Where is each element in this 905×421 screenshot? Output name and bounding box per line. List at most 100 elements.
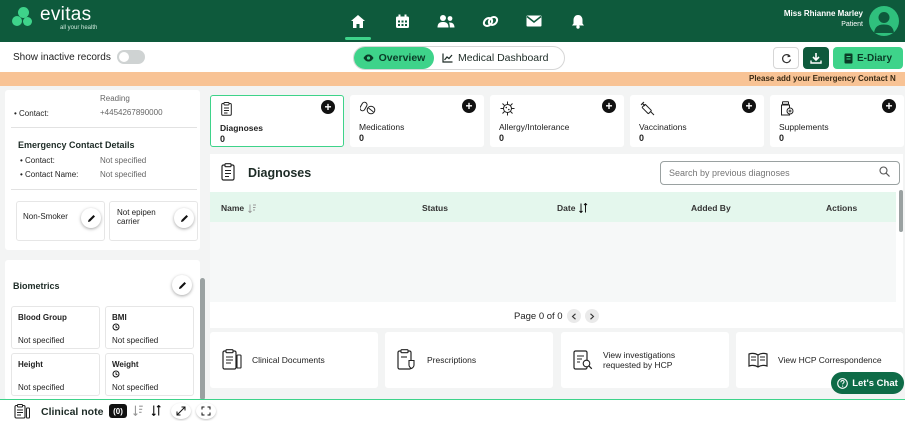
- biometrics-card: Biometrics Blood Group Not specified BMI…: [5, 260, 200, 400]
- emergency-contact-value: Not specified: [100, 156, 147, 165]
- biometric-label: Weight: [112, 360, 139, 369]
- category-supplements[interactable]: + Supplements 0: [770, 95, 904, 147]
- biometric-weight[interactable]: Weight Not specified: [105, 353, 194, 396]
- user-info[interactable]: Miss Rhianne Marley Patient: [784, 9, 863, 28]
- documents-icon: [222, 349, 242, 370]
- tab-overview-label: Overview: [378, 52, 426, 64]
- emergency-name-label: Contact Name:: [25, 170, 79, 179]
- contact-card: Reading • Contact: +4454267890000 Emerge…: [5, 90, 200, 250]
- side-panel-scrollbar[interactable]: [200, 278, 205, 400]
- inactive-records-toggle[interactable]: [117, 50, 145, 64]
- fullscreen-button[interactable]: [196, 403, 216, 419]
- sort-icon[interactable]: [579, 203, 588, 213]
- biometric-blood-group[interactable]: Blood Group Not specified: [11, 306, 100, 349]
- edit-biometrics-button[interactable]: [172, 275, 192, 295]
- biometric-label: Height: [18, 360, 43, 369]
- pencil-icon: [87, 214, 95, 222]
- calendar-icon[interactable]: [380, 0, 424, 42]
- mail-icon[interactable]: [512, 0, 556, 42]
- add-diagnosis-button[interactable]: +: [321, 100, 335, 114]
- bell-icon[interactable]: [556, 0, 600, 42]
- category-allergy[interactable]: + Allergy/Intolerance 0: [490, 95, 624, 147]
- sort-icon[interactable]: [151, 405, 162, 416]
- chevron-left-icon: [571, 312, 576, 320]
- pagination: Page 0 of 0: [514, 309, 599, 323]
- search-icon[interactable]: [879, 166, 890, 177]
- refresh-button[interactable]: [773, 47, 799, 69]
- ediary-button[interactable]: E-Diary: [833, 47, 903, 69]
- clipboard-icon: [221, 163, 235, 181]
- biometric-bmi[interactable]: BMI Not specified: [105, 306, 194, 349]
- supplement-bottle-icon: [781, 101, 794, 116]
- expand-button[interactable]: [171, 403, 191, 419]
- diagnoses-table-body: [210, 222, 896, 302]
- column-header-added-by: Added By: [691, 203, 731, 213]
- download-button[interactable]: [803, 47, 829, 69]
- clinical-documents-card[interactable]: Clinical Documents: [210, 332, 378, 388]
- table-scrollbar[interactable]: [899, 190, 903, 232]
- main-nav: [336, 0, 600, 42]
- column-header-status: Status: [422, 203, 448, 213]
- diary-icon: [844, 53, 853, 63]
- sort-icon[interactable]: [248, 204, 257, 213]
- pencil-icon: [178, 281, 186, 289]
- smoker-label: Non-Smoker: [23, 212, 68, 221]
- biometric-label: Blood Group: [18, 313, 67, 322]
- history-icon[interactable]: [112, 370, 120, 378]
- lets-chat-label: Let's Chat: [852, 377, 898, 389]
- home-icon[interactable]: [336, 0, 380, 42]
- smoker-card: Non-Smoker: [16, 201, 105, 241]
- eye-icon: [363, 54, 374, 62]
- link-icon[interactable]: [468, 0, 512, 42]
- next-page-button[interactable]: [584, 309, 599, 323]
- biometric-height[interactable]: Height Not specified: [11, 353, 100, 396]
- app-root: evitas all your health Miss Rhianne Marl…: [0, 0, 905, 421]
- biometric-value: Not specified: [18, 383, 65, 392]
- column-header-name[interactable]: Name: [221, 203, 257, 213]
- top-navbar: evitas all your health Miss Rhianne Marl…: [0, 0, 905, 42]
- add-allergy-button[interactable]: +: [602, 99, 616, 113]
- sort-icon[interactable]: [133, 405, 144, 416]
- brand-logo[interactable]: evitas all your health: [12, 5, 97, 32]
- avatar[interactable]: [869, 6, 899, 36]
- pager-text: Page 0 of 0: [514, 310, 563, 322]
- history-icon[interactable]: [112, 323, 120, 331]
- prev-page-button[interactable]: [566, 309, 581, 323]
- investigation-icon: [573, 350, 593, 370]
- lets-chat-button[interactable]: Let's Chat: [831, 372, 904, 394]
- banner-text: Please add your Emergency Contact N: [749, 74, 896, 83]
- add-medication-button[interactable]: +: [462, 99, 476, 113]
- prescriptions-card[interactable]: Prescriptions: [385, 332, 553, 388]
- tab-overview[interactable]: Overview: [354, 47, 434, 69]
- category-vaccinations[interactable]: + Vaccinations 0: [630, 95, 764, 147]
- edit-smoker-button[interactable]: [81, 208, 101, 228]
- category-medications[interactable]: + Medications 0: [350, 95, 484, 147]
- column-header-date[interactable]: Date: [557, 203, 588, 213]
- add-vaccination-button[interactable]: +: [742, 99, 756, 113]
- emergency-contact-label: Contact:: [25, 156, 55, 165]
- inactive-records-label: Show inactive records: [13, 52, 111, 63]
- emergency-contact-banner[interactable]: Please add your Emergency Contact N: [0, 72, 905, 86]
- biometric-value: Not specified: [18, 336, 65, 345]
- view-investigations-card[interactable]: View investigations requested by HCP: [561, 332, 729, 388]
- category-count: 0: [499, 133, 505, 143]
- logo-mark-icon: [12, 7, 36, 31]
- contact-value: +4454267890000: [100, 108, 163, 117]
- category-count: 0: [220, 134, 226, 144]
- category-count: 0: [359, 133, 365, 143]
- category-label: Diagnoses: [220, 123, 263, 133]
- category-diagnoses[interactable]: + Diagnoses 0: [210, 95, 344, 147]
- edit-epipen-button[interactable]: [174, 208, 194, 228]
- chart-line-icon: [442, 53, 453, 63]
- add-supplement-button[interactable]: +: [882, 99, 896, 113]
- category-label: Medications: [359, 122, 405, 132]
- refresh-icon: [781, 53, 791, 63]
- reading-text: Reading: [100, 94, 130, 103]
- profile-side-panel: Reading • Contact: +4454267890000 Emerge…: [5, 90, 206, 400]
- tab-medical-dashboard-label: Medical Dashboard: [458, 52, 549, 64]
- tab-medical-dashboard[interactable]: Medical Dashboard: [434, 47, 556, 69]
- clinical-documents-label: Clinical Documents: [252, 355, 325, 365]
- user-role: Patient: [841, 21, 863, 28]
- people-icon[interactable]: [424, 0, 468, 42]
- diagnoses-search-input[interactable]: [660, 161, 900, 185]
